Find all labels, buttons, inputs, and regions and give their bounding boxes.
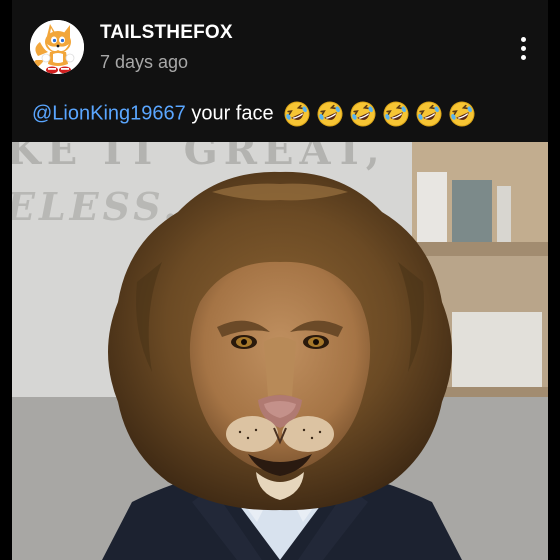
- post-timestamp: 7 days ago: [100, 52, 189, 72]
- rolling-on-floor-laughing-emoji-icon: [317, 101, 343, 127]
- poster-text-line1: KE IT GREAT,: [12, 142, 386, 174]
- username[interactable]: TAILSTHEFOX: [100, 22, 233, 44]
- avatar[interactable]: [30, 20, 84, 74]
- vertical-ellipsis-icon: [521, 37, 526, 42]
- emoji-row: [283, 100, 481, 128]
- user-mention-link[interactable]: @LionKing19667: [32, 102, 186, 124]
- post-card: TAILSTHEFOX 7 days ago @LionKing19667 yo…: [12, 0, 548, 560]
- lion-in-suit-image: KE IT GREAT, ELESS.: [12, 142, 548, 560]
- post-caption: @LionKing19667 your face: [32, 100, 481, 128]
- tails-fox-avatar-icon: [30, 20, 84, 74]
- rolling-on-floor-laughing-emoji-icon: [416, 101, 442, 127]
- caption-text: your face: [185, 102, 274, 125]
- rolling-on-floor-laughing-emoji-icon: [284, 101, 310, 127]
- post-photo[interactable]: KE IT GREAT, ELESS.: [12, 142, 548, 560]
- rolling-on-floor-laughing-emoji-icon: [383, 101, 409, 127]
- poster-text-line2: ELESS.: [12, 184, 181, 229]
- rolling-on-floor-laughing-emoji-icon: [350, 101, 376, 127]
- more-options-button[interactable]: [512, 34, 536, 64]
- rolling-on-floor-laughing-emoji-icon: [449, 101, 475, 127]
- post-header: TAILSTHEFOX 7 days ago: [12, 0, 548, 88]
